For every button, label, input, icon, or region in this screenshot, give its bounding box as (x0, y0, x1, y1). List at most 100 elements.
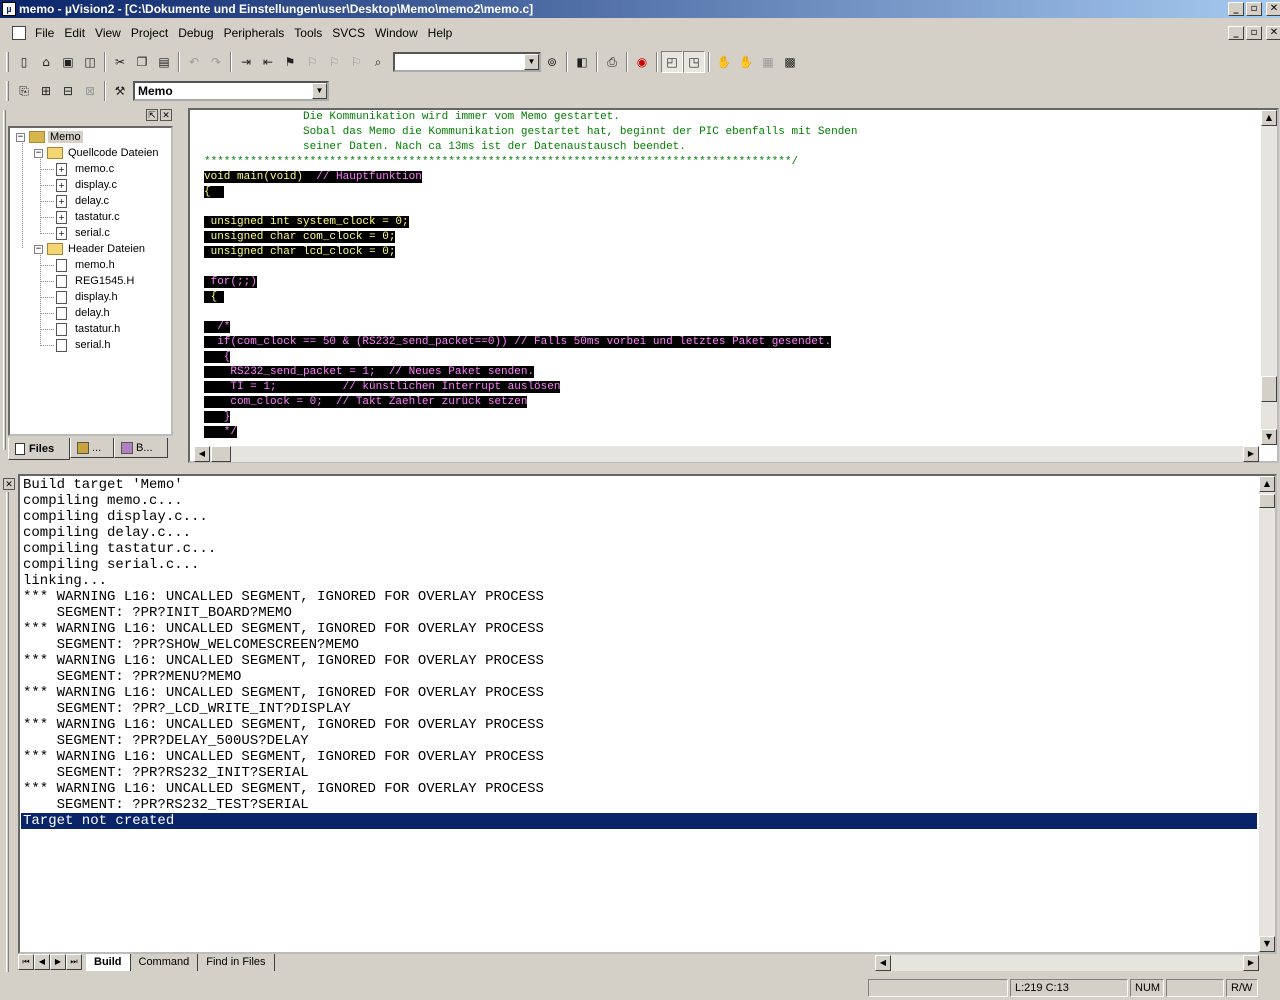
find-in-files-icon[interactable]: ⌕ (367, 51, 389, 73)
target-select[interactable]: Memo ▼ (133, 81, 329, 101)
menu-help[interactable]: Help (423, 22, 458, 44)
editor-horizontal-scrollbar[interactable]: ◀ ▶ (194, 446, 1259, 462)
minimize-button[interactable]: _ (1228, 2, 1244, 16)
code-editor[interactable]: Die Kommunikation wird immer vom Memo ge… (188, 108, 1279, 463)
collapse-icon[interactable]: − (34, 244, 43, 254)
chevron-down-icon[interactable]: ▼ (524, 54, 539, 70)
output-vertical-scrollbar[interactable]: ▲ ▼ (1259, 476, 1275, 952)
next-tab-icon[interactable]: ▶ (50, 954, 66, 970)
configure-icon[interactable]: ▩ (779, 51, 801, 73)
mdi-restore-button[interactable]: ▫ (1246, 26, 1262, 40)
tree-root[interactable]: − Memo (16, 129, 83, 145)
menu-tools[interactable]: Tools (289, 22, 327, 44)
output-grip[interactable] (6, 492, 9, 972)
find-combo[interactable]: ▼ (393, 52, 541, 72)
undo-icon[interactable]: ↶ (183, 51, 205, 73)
build-output[interactable]: Build target 'Memo' compiling memo.c... co… (18, 474, 1277, 954)
tree-file[interactable]: display.h (56, 289, 120, 305)
translate-icon[interactable]: ⎘ (13, 80, 35, 102)
maximize-button[interactable]: ▫ (1246, 2, 1262, 16)
bookmark-toggle-icon[interactable]: ⚑ (279, 51, 301, 73)
close-output-icon[interactable]: ✕ (3, 478, 15, 490)
tree-file[interactable]: + memo.c (56, 161, 116, 177)
editor-vertical-scrollbar[interactable]: ▲ ▼ (1261, 110, 1277, 445)
cut-icon[interactable]: ✂ (109, 51, 131, 73)
menu-file[interactable]: File (30, 22, 59, 44)
tab-command[interactable]: Command (130, 954, 199, 971)
document-icon[interactable] (12, 26, 26, 40)
tools-icon[interactable]: ▦ (757, 51, 779, 73)
scroll-down-icon[interactable]: ▼ (1259, 936, 1275, 952)
chevron-down-icon[interactable]: ▼ (312, 83, 327, 99)
stop-build-icon[interactable]: ⊠ (79, 80, 101, 102)
menu-edit[interactable]: Edit (59, 22, 90, 44)
scroll-left-icon[interactable]: ◀ (194, 446, 210, 462)
scroll-thumb[interactable] (1261, 376, 1277, 402)
tree-file[interactable]: memo.h (56, 257, 117, 273)
menu-project[interactable]: Project (126, 22, 173, 44)
mdi-minimize-button[interactable]: _ (1228, 26, 1244, 40)
tree-file[interactable]: + display.c (56, 177, 119, 193)
tree-group-headers[interactable]: − Header Dateien (34, 241, 147, 257)
bookmark-clear-icon[interactable]: ⚐ (345, 51, 367, 73)
tree-file[interactable]: + delay.c (56, 193, 111, 209)
tree-file[interactable]: + serial.c (56, 225, 112, 241)
tree-file[interactable]: REG1545.H (56, 273, 136, 289)
toolbar-grip[interactable] (6, 81, 9, 101)
rebuild-all-icon[interactable]: ⊟ (57, 80, 79, 102)
build-target-icon[interactable]: ⊞ (35, 80, 57, 102)
scroll-up-icon[interactable]: ▲ (1259, 476, 1275, 492)
browse-icon[interactable]: ◧ (571, 51, 593, 73)
redo-icon[interactable]: ↷ (205, 51, 227, 73)
unindent-icon[interactable]: ⇤ (257, 51, 279, 73)
tree-file[interactable]: serial.h (56, 337, 112, 353)
scroll-right-icon[interactable]: ▶ (1243, 446, 1259, 462)
hscroll-thumb[interactable] (211, 446, 231, 462)
menu-peripherals[interactable]: Peripherals (219, 22, 290, 44)
output-horizontal-scrollbar[interactable]: ◀ ▶ (875, 955, 1259, 971)
collapse-icon[interactable]: − (34, 148, 43, 158)
binoculars-icon[interactable]: ⊚ (541, 51, 563, 73)
scroll-thumb[interactable] (1259, 494, 1275, 508)
menu-debug[interactable]: Debug (173, 22, 218, 44)
source-browser-icon[interactable]: ✋ (735, 51, 757, 73)
mdi-close-button[interactable]: ✕ (1266, 26, 1280, 40)
tree-file[interactable]: + tastatur.c (56, 209, 122, 225)
scroll-right-icon[interactable]: ▶ (1243, 955, 1259, 971)
project-window-icon[interactable]: ◰ (661, 51, 683, 73)
output-window-icon[interactable]: ◳ (683, 51, 705, 73)
menu-view[interactable]: View (90, 22, 126, 44)
menu-window[interactable]: Window (370, 22, 423, 44)
undock-icon[interactable]: ⇱ (146, 109, 158, 121)
print-icon[interactable]: ⎙ (601, 51, 623, 73)
paste-icon[interactable]: ▤ (153, 51, 175, 73)
close-button[interactable]: ✕ (1266, 2, 1280, 16)
prev-tab-icon[interactable]: ◀ (34, 954, 50, 970)
new-file-icon[interactable]: ▯ (13, 51, 35, 73)
menu-svcs[interactable]: SVCS (327, 22, 370, 44)
collapse-icon[interactable]: − (16, 132, 25, 142)
last-tab-icon[interactable]: ⏭ (66, 954, 82, 970)
tree-group-source[interactable]: − Quellcode Dateien (34, 145, 161, 161)
first-tab-icon[interactable]: ⏮ (18, 954, 34, 970)
save-icon[interactable]: ▣ (57, 51, 79, 73)
tab-files[interactable]: Files (8, 438, 70, 460)
tree-file[interactable]: tastatur.h (56, 321, 122, 337)
indent-icon[interactable]: ⇥ (235, 51, 257, 73)
tab-build[interactable]: Build (86, 954, 131, 971)
panel-grip[interactable] (3, 110, 6, 450)
close-panel-icon[interactable]: ✕ (160, 109, 172, 121)
scroll-left-icon[interactable]: ◀ (875, 955, 891, 971)
scroll-down-icon[interactable]: ▼ (1261, 429, 1277, 445)
save-all-icon[interactable]: ◫ (79, 51, 101, 73)
tab-find-in-files[interactable]: Find in Files (198, 954, 275, 971)
copy-icon[interactable]: ❐ (131, 51, 153, 73)
scroll-up-icon[interactable]: ▲ (1261, 110, 1277, 126)
open-folder-icon[interactable]: ⌂ (35, 51, 57, 73)
hand-icon[interactable]: ✋ (713, 51, 735, 73)
debug-session-icon[interactable]: ◉ (631, 51, 653, 73)
bookmark-prev-icon[interactable]: ⚐ (323, 51, 345, 73)
target-options-icon[interactable]: ⚒ (109, 80, 131, 102)
tab-regs[interactable]: ... (70, 438, 114, 458)
output-selected-line[interactable]: Target not created (21, 813, 1257, 829)
